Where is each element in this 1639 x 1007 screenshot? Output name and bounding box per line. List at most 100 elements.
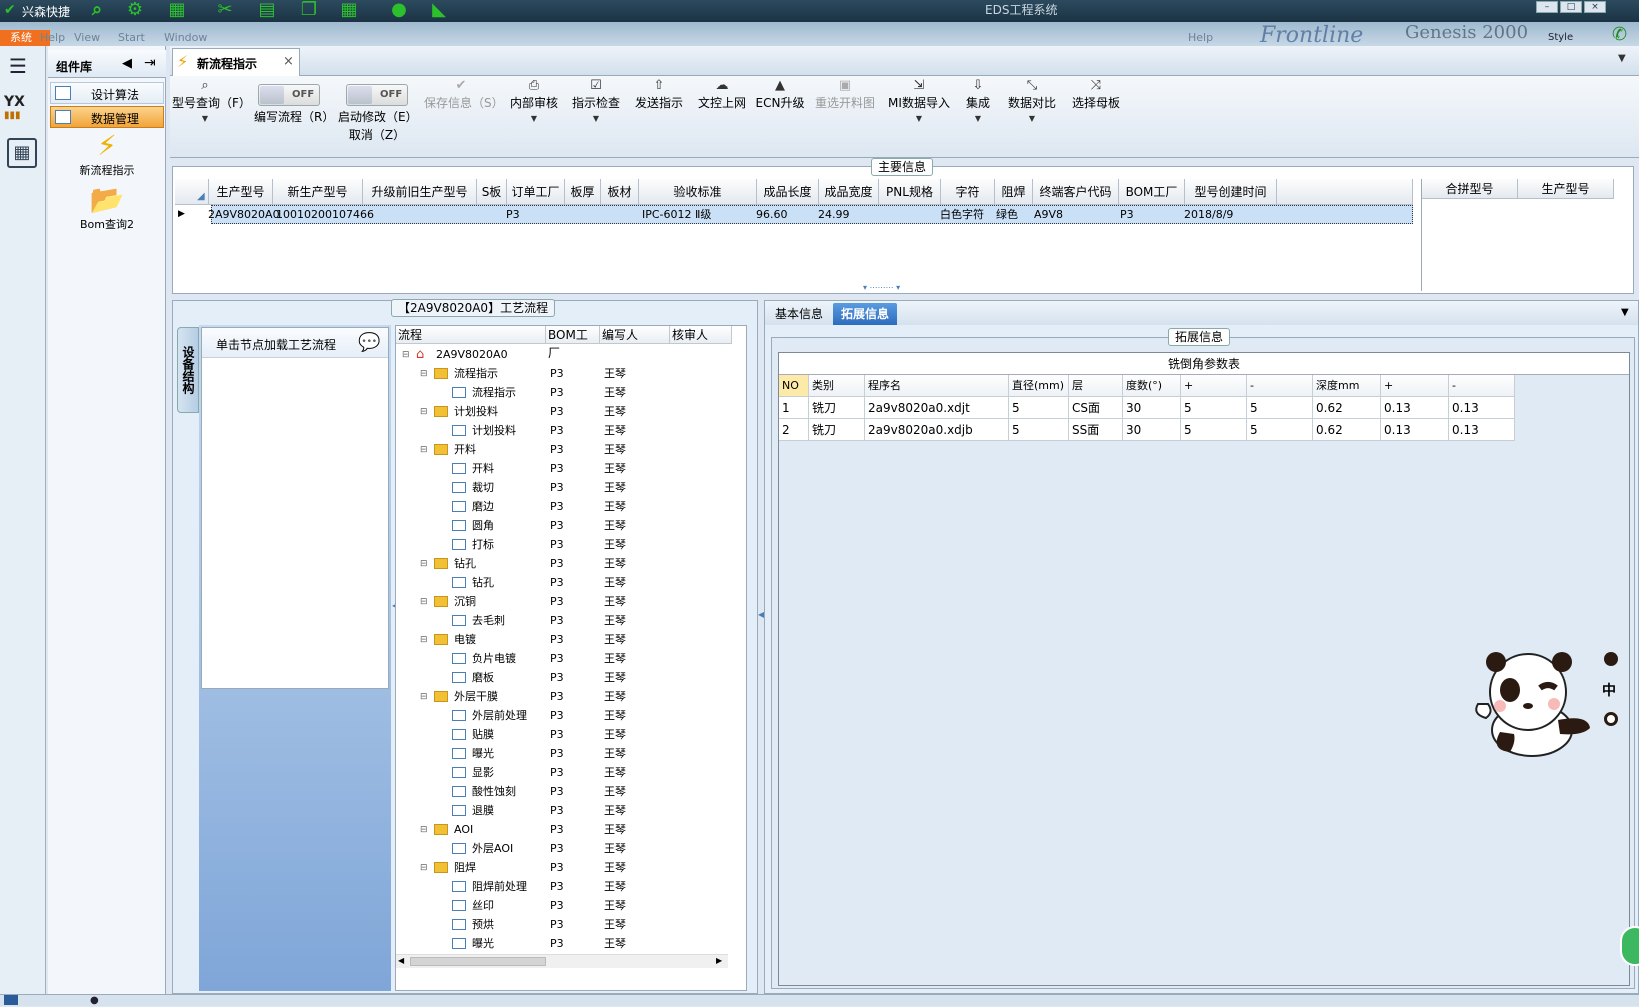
tree-node[interactable]: ⊟ ⌂ 2A9V8020A0: [396, 346, 732, 364]
param-cell[interactable]: 铣刀: [809, 397, 865, 419]
doc-control-online-button[interactable]: ☁ 文控上网: [694, 78, 750, 112]
table-cell[interactable]: 白色字符: [937, 205, 984, 224]
calculator-icon[interactable]: ▦: [7, 138, 37, 168]
windows-icon[interactable]: [4, 995, 18, 1005]
instruction-check-button[interactable]: ☑ 指示检查 ▼: [568, 78, 624, 126]
param-column-header[interactable]: 度数(°): [1123, 375, 1181, 397]
dropdown-arrow-icon[interactable]: ▼: [1002, 112, 1062, 126]
table-cell[interactable]: P3: [503, 205, 520, 224]
tree-node[interactable]: 裁切 P3 王琴: [396, 479, 732, 497]
expand-toggle-icon[interactable]: ⊟: [402, 346, 410, 364]
scroll-left-icon[interactable]: ◀: [398, 956, 404, 965]
start-modify-label-button[interactable]: 启动修改（E） 取消（Z）: [338, 108, 418, 144]
column-header[interactable]: PNL规格: [879, 179, 941, 205]
model-query-button[interactable]: ⌕ 型号查询（F） ▼: [172, 78, 251, 126]
tool-bom-query[interactable]: 📂 Bom查询2: [52, 184, 162, 232]
expand-toggle-icon[interactable]: ⊟: [420, 365, 428, 383]
param-cell[interactable]: SS面: [1069, 419, 1123, 441]
style-selector[interactable]: Style: [1548, 32, 1573, 43]
param-cell[interactable]: 5: [1009, 419, 1069, 441]
column-header[interactable]: 字符: [941, 179, 995, 205]
tree-node[interactable]: ⊟ 流程指示 P3 王琴: [396, 365, 732, 383]
tree-node[interactable]: 退膜 P3 王琴: [396, 802, 732, 820]
reselect-cutting-map-button[interactable]: ▣ 重选开料图: [812, 78, 878, 112]
param-cell[interactable]: 30: [1123, 419, 1181, 441]
search-icon[interactable]: ⌕: [86, 0, 108, 20]
side-dot-icon[interactable]: [1604, 652, 1618, 666]
tree-node[interactable]: 预烘 P3 王琴: [396, 916, 732, 934]
param-cell[interactable]: 2a9v8020a0.xdjt: [865, 397, 1009, 419]
expand-toggle-icon[interactable]: ⊟: [420, 441, 428, 459]
menu-item-view[interactable]: View: [74, 31, 100, 44]
menu-item-window[interactable]: Window: [164, 31, 207, 44]
expand-toggle-icon[interactable]: ⊟: [420, 403, 428, 421]
param-cell[interactable]: 5: [1247, 397, 1313, 419]
lib-item-design-algorithm[interactable]: 设计算法: [50, 82, 164, 104]
tab-extended-info[interactable]: 拓展信息: [833, 303, 898, 325]
tree-node[interactable]: 酸性蚀刻 P3 王琴: [396, 783, 732, 801]
save-icon[interactable]: ▤: [256, 0, 278, 20]
menu-item-start[interactable]: Start: [118, 31, 145, 44]
tree-node[interactable]: 钻孔 P3 王琴: [396, 574, 732, 592]
integrate-button[interactable]: ⇩ 集成 ▼: [960, 78, 996, 126]
collapse-left-icon[interactable]: ◀: [122, 56, 132, 71]
table-icon[interactable]: ▦: [338, 0, 360, 20]
side-ring-icon[interactable]: [1604, 712, 1618, 726]
param-column-header[interactable]: 深度mm: [1313, 375, 1381, 397]
param-cell[interactable]: 0.13: [1381, 397, 1449, 419]
horizontal-scrollbar[interactable]: ◀ ▶: [396, 954, 728, 968]
dropdown-arrow-icon[interactable]: ▼: [172, 112, 238, 126]
write-flow-toggle[interactable]: OFF: [258, 84, 320, 106]
param-column-header[interactable]: +: [1381, 375, 1449, 397]
ecn-upgrade-button[interactable]: ▲ ECN升级: [754, 78, 806, 112]
param-column-header[interactable]: 层: [1069, 375, 1123, 397]
table-cell[interactable]: 2018/8/9: [1181, 205, 1233, 224]
param-cell[interactable]: 30: [1123, 397, 1181, 419]
data-compare-button[interactable]: ⤡ 数据对比 ▼: [1002, 78, 1062, 126]
mi-data-import-button[interactable]: ⇲ MI数据导入 ▼: [884, 78, 954, 126]
column-header[interactable]: 生产型号: [1518, 179, 1614, 199]
tree-node[interactable]: 圆角 P3 王琴: [396, 517, 732, 535]
grid-icon[interactable]: ▦: [166, 0, 188, 20]
column-header[interactable]: 成品长度: [757, 179, 819, 205]
gear-icon[interactable]: ⚙: [124, 0, 146, 20]
tab-basic-info[interactable]: 基本信息: [767, 303, 831, 325]
column-header[interactable]: 板材: [601, 179, 639, 205]
tab-close-icon[interactable]: ×: [283, 54, 294, 69]
column-header[interactable]: 阻焊: [995, 179, 1033, 205]
param-cell[interactable]: 2a9v8020a0.xdjb: [865, 419, 1009, 441]
scissors-icon[interactable]: ✂: [214, 0, 236, 20]
input-method-indicator[interactable]: 中: [1602, 680, 1616, 700]
param-cell[interactable]: 2: [779, 419, 809, 441]
column-header[interactable]: 流程: [396, 326, 546, 344]
tree-node[interactable]: ⊟ 外层干膜 P3 王琴: [396, 688, 732, 706]
internal-review-button[interactable]: ⎙ 内部审核 ▼: [506, 78, 562, 126]
tree-node[interactable]: ⊟ 计划投料 P3 王琴: [396, 403, 732, 421]
yx-logo-icon[interactable]: YX ▮▮▮: [4, 94, 40, 126]
table-cell[interactable]: P3: [1117, 205, 1134, 224]
dropdown-arrow-icon[interactable]: ▼: [884, 112, 954, 126]
param-cell[interactable]: 0.13: [1449, 397, 1515, 419]
column-header[interactable]: 订单工厂: [507, 179, 565, 205]
maximize-button[interactable]: □: [1560, 1, 1582, 13]
select-mother-board-button[interactable]: ⤨ 选择母板: [1066, 78, 1126, 112]
column-header[interactable]: 型号创建时间: [1185, 179, 1277, 205]
table-cell[interactable]: A9V8: [1031, 205, 1063, 224]
tree-node[interactable]: 外层前处理 P3 王琴: [396, 707, 732, 725]
table-cell[interactable]: 96.60: [753, 205, 788, 224]
tree-node[interactable]: 去毛刺 P3 王琴: [396, 612, 732, 630]
write-flow-label-button[interactable]: 编写流程（R）: [254, 108, 334, 126]
side-tab-equipment-structure[interactable]: 设备结构: [177, 327, 199, 413]
expand-toggle-icon[interactable]: ⊟: [420, 821, 428, 839]
chart-icon[interactable]: ◣: [428, 0, 450, 20]
tree-node[interactable]: 曝光 P3 王琴: [396, 745, 732, 763]
param-cell[interactable]: 0.13: [1449, 419, 1515, 441]
param-cell[interactable]: 0.62: [1313, 397, 1381, 419]
phone-icon[interactable]: ✆: [1612, 24, 1627, 45]
tree-node[interactable]: 曝光 P3 王琴: [396, 935, 732, 952]
column-header[interactable]: 板厚: [565, 179, 601, 205]
tree-node[interactable]: 显影 P3 王琴: [396, 764, 732, 782]
tree-node[interactable]: ⊟ 阻焊 P3 王琴: [396, 859, 732, 877]
tree-node[interactable]: ⊟ AOI P3 王琴: [396, 821, 732, 839]
param-cell[interactable]: 5: [1247, 419, 1313, 441]
